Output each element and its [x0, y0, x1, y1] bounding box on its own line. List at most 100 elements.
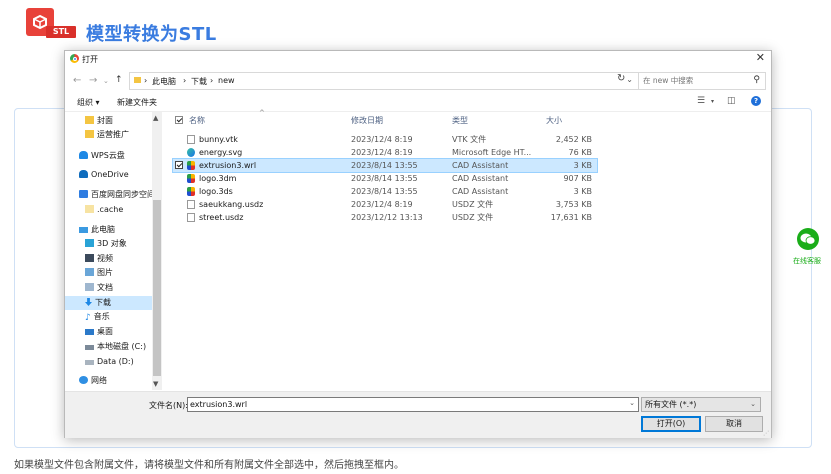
recent-dropdown-icon[interactable]: ⌄ [103, 77, 109, 85]
resize-grip-icon[interactable]: ⋰ [763, 430, 769, 437]
nav-item-baidu-sync[interactable]: 百度网盘同步空间 [79, 188, 156, 202]
file-name: logo.3dm [199, 174, 237, 183]
file-date: 2023/12/12 13:13 [351, 213, 423, 222]
folder-icon [85, 116, 94, 124]
nav-item-this-pc[interactable]: 此电脑 [79, 223, 156, 237]
search-box: ⚲ [638, 72, 766, 90]
help-icon[interactable]: ? [751, 96, 761, 106]
filename-input[interactable] [190, 399, 620, 410]
file-type: CAD Assistant [452, 187, 509, 196]
nav-item-pictures[interactable]: 图片 [85, 266, 162, 280]
nav-item-music[interactable]: ♪ 音乐 [85, 310, 162, 324]
chrome-icon [70, 54, 79, 63]
file-row[interactable]: saeukkang.usdz 2023/12/4 8:19 USDZ 文件 3,… [173, 198, 597, 211]
nav-item-documents[interactable]: 文档 [85, 281, 162, 295]
path-segment-this-pc[interactable]: 此电脑 [152, 76, 176, 87]
file-type: USDZ 文件 [452, 200, 494, 209]
scroll-thumb[interactable] [153, 200, 161, 376]
file-size: 3 KB [573, 187, 592, 196]
file-icon [187, 135, 195, 144]
computer-icon [79, 227, 88, 233]
file-type: CAD Assistant [452, 174, 509, 183]
file-row[interactable]: logo.3ds 2023/8/14 13:55 CAD Assistant 3… [173, 185, 597, 198]
file-size: 907 KB [563, 174, 592, 183]
file-row[interactable]: logo.3dm 2023/8/14 13:55 CAD Assistant 9… [173, 172, 597, 185]
scroll-up-icon[interactable]: ▲ [153, 114, 158, 122]
nav-item-drive-d[interactable]: Data (D:) [85, 355, 162, 369]
wechat-label: 在线客服 [793, 257, 821, 265]
path-chevron-icon: › [210, 76, 214, 85]
file-row[interactable]: energy.svg 2023/12/4 8:19 Microsoft Edge… [173, 146, 597, 159]
dialog-title: 打开 [82, 55, 98, 64]
stl-tag: STL [46, 26, 76, 38]
scroll-down-icon[interactable]: ▼ [153, 380, 158, 388]
nav-item-videos[interactable]: 视频 [85, 252, 162, 266]
nav-scrollbar[interactable]: ▲ ▼ [152, 112, 162, 390]
address-bar[interactable]: › 此电脑 › 下载 › new ⌄ [129, 72, 639, 90]
navigation-pane: 封面 运营推广 WPS云盘 OneDrive 百度网盘同步空间 .cache 此… [65, 112, 162, 390]
cloud-icon [79, 170, 88, 178]
picture-icon [85, 268, 94, 276]
filename-box: ⌄ [187, 397, 639, 412]
nav-item-onedrive[interactable]: OneDrive [79, 168, 156, 182]
open-button[interactable]: 打开(O) [641, 416, 701, 432]
file-name: extrusion3.wrl [199, 161, 257, 170]
file-date: 2023/12/4 8:19 [351, 135, 413, 144]
search-icon[interactable]: ⚲ [753, 75, 760, 85]
nav-item-cache[interactable]: .cache [85, 203, 162, 217]
file-type-select[interactable]: 所有文件 (*.*) ⌄ [641, 397, 761, 412]
search-input[interactable] [643, 75, 743, 86]
refresh-icon[interactable]: ↻ [617, 73, 625, 84]
file-type: USDZ 文件 [452, 213, 494, 222]
new-folder-button[interactable]: 新建文件夹 [117, 97, 157, 108]
organize-button[interactable]: 组织 ▾ [77, 97, 100, 108]
folder-icon [134, 77, 141, 83]
chevron-down-icon[interactable]: ⌄ [629, 399, 635, 407]
nav-item-3d-objects[interactable]: 3D 对象 [85, 237, 162, 251]
file-size: 2,452 KB [555, 135, 592, 144]
file-date: 2023/12/4 8:19 [351, 200, 413, 209]
cancel-button[interactable]: 取消 [705, 416, 763, 432]
close-icon[interactable]: ✕ [756, 51, 765, 64]
cad-assistant-icon [187, 187, 195, 196]
nav-item-network[interactable]: 网络 [79, 374, 156, 388]
nav-item-cover[interactable]: 封面 [85, 114, 162, 128]
path-segment-downloads[interactable]: 下载 [191, 76, 207, 87]
nav-item-marketing[interactable]: 运营推广 [85, 128, 162, 142]
nav-item-downloads[interactable]: 下载 [65, 296, 162, 310]
nav-item-drive-c[interactable]: 本地磁盘 (C:) [85, 340, 162, 354]
column-name[interactable]: 名称 [189, 115, 205, 126]
column-type[interactable]: 类型 [452, 115, 468, 126]
chevron-down-icon[interactable]: ⌄ [626, 75, 633, 84]
back-icon[interactable]: ← [73, 75, 81, 86]
nav-item-wps-cloud[interactable]: WPS云盘 [79, 149, 156, 163]
edge-icon [187, 148, 195, 157]
file-name: saeukkang.usdz [199, 200, 264, 209]
file-date: 2023/12/4 8:19 [351, 148, 413, 157]
file-row[interactable]: street.usdz 2023/12/12 13:13 USDZ 文件 17,… [173, 211, 597, 224]
folder-icon [85, 130, 94, 138]
chevron-down-icon[interactable]: ▾ [711, 98, 714, 105]
forward-icon[interactable]: → [89, 75, 97, 86]
file-name: energy.svg [199, 148, 243, 157]
file-list-header: 名称 ^ 修改日期 类型 大小 [175, 109, 595, 127]
view-options-icon[interactable]: ☰ [697, 96, 705, 106]
nav-item-desktop[interactable]: 桌面 [85, 325, 162, 339]
filename-label: 文件名(N): [149, 401, 188, 410]
file-icon [187, 213, 195, 222]
column-date[interactable]: 修改日期 [351, 115, 383, 126]
music-icon: ♪ [85, 313, 91, 323]
up-icon[interactable]: ↑ [115, 75, 123, 85]
file-row-selected[interactable]: extrusion3.wrl 2023/8/14 13:55 CAD Assis… [172, 158, 598, 173]
row-checkbox[interactable] [175, 161, 183, 169]
folder-icon [85, 205, 94, 213]
select-all-checkbox[interactable] [175, 116, 183, 124]
column-size[interactable]: 大小 [546, 115, 562, 126]
path-segment-new[interactable]: new [218, 76, 235, 85]
wechat-support-button[interactable] [797, 228, 819, 250]
chevron-down-icon: ⌄ [750, 400, 756, 408]
file-row[interactable]: bunny.vtk 2023/12/4 8:19 VTK 文件 2,452 KB [173, 133, 597, 146]
file-type-filter: 所有文件 (*.*) [645, 400, 697, 409]
preview-pane-icon[interactable]: ◫ [727, 96, 736, 106]
file-type: CAD Assistant [452, 161, 509, 170]
